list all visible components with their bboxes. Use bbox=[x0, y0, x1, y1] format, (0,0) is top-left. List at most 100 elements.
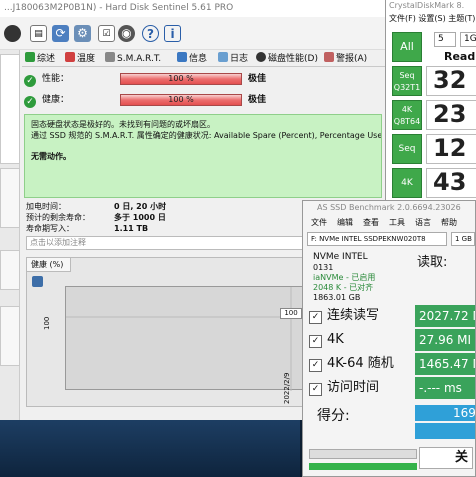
seq-read-value: 2027.72 M bbox=[415, 305, 475, 327]
cdm-result-seq: 12 bbox=[426, 134, 476, 164]
health-label: 健康： bbox=[42, 95, 70, 105]
seq-row: ✓ 连续读写 bbox=[309, 305, 419, 327]
performance-bar: 100 % bbox=[120, 73, 242, 85]
device-title: ...J180063M2P0B1N) bbox=[4, 3, 97, 13]
performance-label: 性能： bbox=[42, 74, 70, 84]
performance-row: ✓ 性能： 100 % 极佳 bbox=[24, 70, 384, 88]
alert-icon bbox=[324, 52, 334, 62]
action-text: 无需动作。 bbox=[31, 152, 71, 161]
check-icon bbox=[25, 52, 35, 62]
status-description: 固态硬盘状态是极好的。未找到有问题的或坏扇区。 通过 SSD 规范的 S.M.A… bbox=[24, 114, 382, 198]
menu-edit[interactable]: 编辑 bbox=[337, 216, 353, 229]
tools-icon[interactable]: ⚙ bbox=[74, 25, 91, 42]
performance-ok-icon: ✓ bbox=[24, 75, 36, 87]
thermometer-icon bbox=[65, 52, 75, 62]
device-info: NVMe INTEL 0131 iaNVMe - 已启用 2048 K - 已对… bbox=[313, 251, 411, 303]
4k-read-value: 27.96 MI bbox=[415, 329, 475, 351]
read-header: 读取: bbox=[417, 255, 448, 270]
description-line-1: 固态硬盘状态是极好的。未找到有问题的或坏扇区。 bbox=[31, 120, 215, 129]
disk-entry-1[interactable] bbox=[0, 54, 20, 164]
access-time-checkbox[interactable]: ✓ bbox=[309, 383, 322, 396]
device-name: NVMe INTEL bbox=[313, 252, 368, 262]
progress-bar bbox=[309, 449, 417, 459]
cdm-read-header: Read bbox=[444, 50, 476, 63]
disk-icon[interactable] bbox=[4, 25, 21, 42]
health-row: ✓ 健康： 100 % 极佳 bbox=[24, 91, 384, 109]
menu-language[interactable]: 语言 bbox=[415, 216, 431, 229]
save-chart-icon[interactable] bbox=[32, 276, 43, 287]
cdm-title: CrystalDiskMark 8. bbox=[389, 1, 465, 10]
as-ssd-title: AS SSD Benchmark 2.0.6694.23026 bbox=[317, 203, 461, 212]
device-capacity: 1863.01 GB bbox=[313, 293, 361, 302]
y-tick-label: 100 bbox=[43, 316, 51, 330]
close-button[interactable]: 关 bbox=[419, 447, 473, 469]
info-tab-icon bbox=[177, 52, 187, 62]
score-label: 得分: bbox=[317, 408, 350, 424]
crystaldiskmark-window: CrystalDiskMark 8. 文件(F) 设置(S) 主题(T) All… bbox=[385, 0, 476, 200]
device-firmware: 0131 bbox=[313, 263, 334, 272]
refresh-icon[interactable]: ⟳ bbox=[52, 25, 69, 42]
info-power-on: 加电时间： 0 日, 20 小时 bbox=[26, 202, 167, 211]
4k64-row: ✓ 4K-64 随机 bbox=[309, 353, 419, 375]
menu-file[interactable]: 文件 bbox=[311, 216, 327, 229]
as-ssd-window: AS SSD Benchmark 2.0.6694.23026 文件 编辑 查看… bbox=[302, 200, 476, 477]
tab-overview[interactable]: 综述 bbox=[25, 52, 55, 67]
health-ok-icon: ✓ bbox=[24, 96, 36, 108]
cdm-count-select[interactable]: 5 bbox=[434, 32, 456, 47]
access-time-row: ✓ 访问时间 bbox=[309, 377, 419, 399]
disk-entry-4[interactable] bbox=[0, 306, 20, 366]
score-value: 1696 bbox=[415, 405, 475, 421]
4k64-checkbox[interactable]: ✓ bbox=[309, 359, 322, 372]
cdm-test-seq[interactable]: Seq bbox=[392, 134, 422, 164]
cdm-test-4k-q8t64[interactable]: 4K Q8T64 bbox=[392, 100, 422, 130]
tab-smart[interactable]: S.M.A.R.T. bbox=[105, 52, 161, 67]
4k64-read-value: 1465.47 M bbox=[415, 353, 475, 375]
info-icon[interactable]: i bbox=[164, 25, 181, 42]
cdm-size-select[interactable]: 1GiB bbox=[460, 32, 476, 47]
info-lifetime-writes: 寿命期写入： 1.11 TB bbox=[26, 224, 149, 233]
seq-checkbox[interactable]: ✓ bbox=[309, 311, 322, 324]
tab-disk-performance[interactable]: 磁盘性能(D) bbox=[256, 52, 318, 67]
health-status: 极佳 bbox=[248, 95, 267, 105]
tab-information[interactable]: 信息 bbox=[177, 52, 207, 67]
tab-alerts[interactable]: 警报(A) bbox=[324, 52, 367, 67]
data-point-label: 100 bbox=[280, 308, 302, 319]
help-icon[interactable]: ? bbox=[142, 25, 159, 42]
window-title: ...J180063M2P0B1N) - Hard Disk Sentinel … bbox=[0, 0, 390, 17]
cdm-test-4k[interactable]: 4K bbox=[392, 168, 422, 198]
performance-status: 极佳 bbox=[248, 74, 267, 84]
gauge-icon bbox=[256, 52, 266, 62]
size-select[interactable]: 1 GB bbox=[451, 232, 475, 246]
4k-row: ✓ 4K bbox=[309, 329, 419, 351]
4k-checkbox[interactable]: ✓ bbox=[309, 335, 322, 348]
taskbar bbox=[0, 420, 300, 477]
options-icon[interactable]: ☑ bbox=[98, 25, 115, 42]
device-driver-status: iaNVMe - 已启用 bbox=[313, 273, 376, 282]
tab-temperature[interactable]: 温度 bbox=[65, 52, 95, 67]
menu-help[interactable]: 帮助 bbox=[441, 216, 457, 229]
disk-list-panel bbox=[0, 50, 20, 420]
cdm-test-seq-q32t1[interactable]: Seq Q32T1 bbox=[392, 66, 422, 96]
cdm-result-4k-q8t64: 23 bbox=[426, 100, 476, 130]
x-tick-label: 2022/2/9 bbox=[283, 372, 291, 404]
cdm-all-button[interactable]: All bbox=[392, 32, 422, 62]
log-icon bbox=[218, 52, 228, 62]
description-line-2: 通过 SSD 规范的 S.M.A.R.T. 属性确定的健康状况: Availab… bbox=[31, 131, 382, 140]
menu-tools[interactable]: 工具 bbox=[389, 216, 405, 229]
chart-tab-health[interactable]: 健康 (%) bbox=[27, 258, 71, 272]
cdm-menu[interactable]: 文件(F) 设置(S) 主题(T) bbox=[386, 12, 476, 26]
toolbar: ▤ ⟳ ⚙ ☑ ◉ ? i bbox=[0, 17, 390, 50]
settings-icon[interactable]: ◉ bbox=[118, 25, 135, 42]
cdm-result-4k: 43 bbox=[426, 168, 476, 198]
device-alignment: 2048 K - 已对齐 bbox=[313, 283, 374, 292]
drive-select[interactable]: F: NVMe INTEL SSDPEKNW020T8 bbox=[307, 232, 447, 246]
chip-icon bbox=[105, 52, 115, 62]
as-ssd-menu: 文件 编辑 查看 工具 语言 帮助 bbox=[303, 216, 475, 229]
tab-bar: 综述 温度 S.M.A.R.T. 信息 日志 磁盘性能(D) 警报(A) bbox=[22, 50, 390, 67]
report-icon[interactable]: ▤ bbox=[30, 25, 47, 42]
disk-entry-2[interactable] bbox=[0, 168, 20, 228]
disk-entry-3[interactable] bbox=[0, 250, 20, 290]
menu-view[interactable]: 查看 bbox=[363, 216, 379, 229]
tab-log[interactable]: 日志 bbox=[218, 52, 248, 67]
cdm-result-seq-q32t1: 32 bbox=[426, 66, 476, 96]
